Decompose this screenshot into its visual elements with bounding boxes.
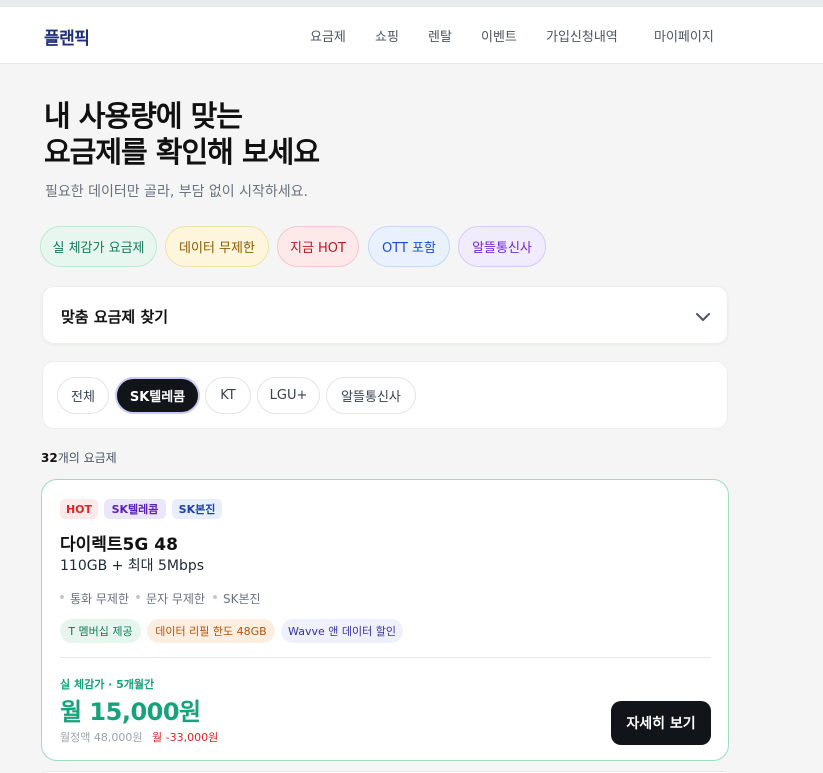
price-caption: 실 체감가 · 5개월간 xyxy=(60,678,155,691)
chip-mvno[interactable]: 알뜰통신사 xyxy=(458,226,546,267)
nav-shopping[interactable]: 쇼핑 xyxy=(375,26,399,45)
main-nav: 요금제 쇼핑 렌탈 이벤트 가입신청내역 마이페이지 xyxy=(0,26,823,46)
bullet-dot xyxy=(60,594,64,599)
bullet-dot xyxy=(136,594,140,599)
top-navigation-bar: 플랜픽 요금제 쇼핑 렌탈 이벤트 가입신청내역 마이페이지 xyxy=(0,0,823,64)
chip-real-price-plans[interactable]: 실 체감가 요금제 xyxy=(40,226,157,267)
page-title-line-1: 내 사용량에 맞는 xyxy=(44,99,243,133)
custom-plan-finder[interactable]: 맞춤 요금제 찾기 xyxy=(42,286,728,344)
carrier-all[interactable]: 전체 xyxy=(57,377,109,414)
page-title: 내 사용량에 맞는 요금제를 확인해 보세요 xyxy=(44,98,320,170)
tag-hot: HOT xyxy=(60,499,98,519)
carrier-mvno[interactable]: 알뜰통신사 xyxy=(326,377,416,414)
chip-hot-now[interactable]: 지금 HOT xyxy=(277,226,359,267)
feature-sms: 문자 무제한 xyxy=(146,592,206,606)
benefit-wavve: Wavve 앤 데이터 할인 xyxy=(281,619,403,643)
feature-calls: 통화 무제한 xyxy=(70,592,130,606)
tag-carrier: SK텔레콤 xyxy=(104,499,166,519)
carrier-kt[interactable]: KT xyxy=(205,377,251,414)
discount-amount: 월 -33,000원 xyxy=(152,731,219,744)
tag-network: SK본진 xyxy=(172,499,222,519)
plan-data-allowance: 110GB + 최대 5Mbps xyxy=(60,558,205,574)
bullet-dot xyxy=(213,594,217,599)
plan-name: 다이렉트5G 48 xyxy=(60,535,178,555)
plan-card[interactable]: HOT SK텔레콤 SK본진 다이렉트5G 48 110GB + 최대 5Mbp… xyxy=(41,479,729,761)
benefit-data-refill: 데이터 리필 한도 48GB xyxy=(147,619,275,643)
nav-events[interactable]: 이벤트 xyxy=(481,26,517,45)
feature-item: 문자 무제한 xyxy=(136,590,205,607)
carrier-lgu[interactable]: LGU+ xyxy=(257,377,320,414)
view-details-button[interactable]: 자세히 보기 xyxy=(611,701,711,745)
page-subtitle: 필요한 데이터만 골라, 부담 없이 시작하세요. xyxy=(45,184,308,200)
effective-price: 월 15,000원 xyxy=(60,698,201,726)
nav-rental[interactable]: 렌탈 xyxy=(428,26,452,45)
nav-mypage[interactable]: 마이페이지 xyxy=(654,26,714,45)
feature-network: SK본진 xyxy=(223,592,261,606)
nav-plans[interactable]: 요금제 xyxy=(310,26,346,45)
chip-unlimited-data[interactable]: 데이터 무제한 xyxy=(165,226,269,267)
chevron-down-icon xyxy=(696,313,710,321)
original-price: 월정액 48,000원 xyxy=(60,731,143,744)
feature-item: 통화 무제한 xyxy=(60,590,129,607)
carrier-skt[interactable]: SK텔레콤 xyxy=(115,377,200,414)
result-count: 32개의 요금제 xyxy=(41,449,117,466)
chip-ott-included[interactable]: OTT 포함 xyxy=(368,226,450,267)
nav-application-history[interactable]: 가입신청내역 xyxy=(546,26,618,45)
feature-item: SK본진 xyxy=(213,590,261,607)
result-count-suffix: 개의 요금제 xyxy=(57,451,117,465)
divider xyxy=(60,657,711,658)
carrier-filter: 전체 SK텔레콤 KT LGU+ 알뜰통신사 xyxy=(42,361,728,429)
benefit-membership: T 멤버십 제공 xyxy=(60,619,141,643)
finder-title: 맞춤 요금제 찾기 xyxy=(61,308,169,326)
result-count-number: 32 xyxy=(41,451,58,465)
page-title-line-2: 요금제를 확인해 보세요 xyxy=(44,135,320,169)
